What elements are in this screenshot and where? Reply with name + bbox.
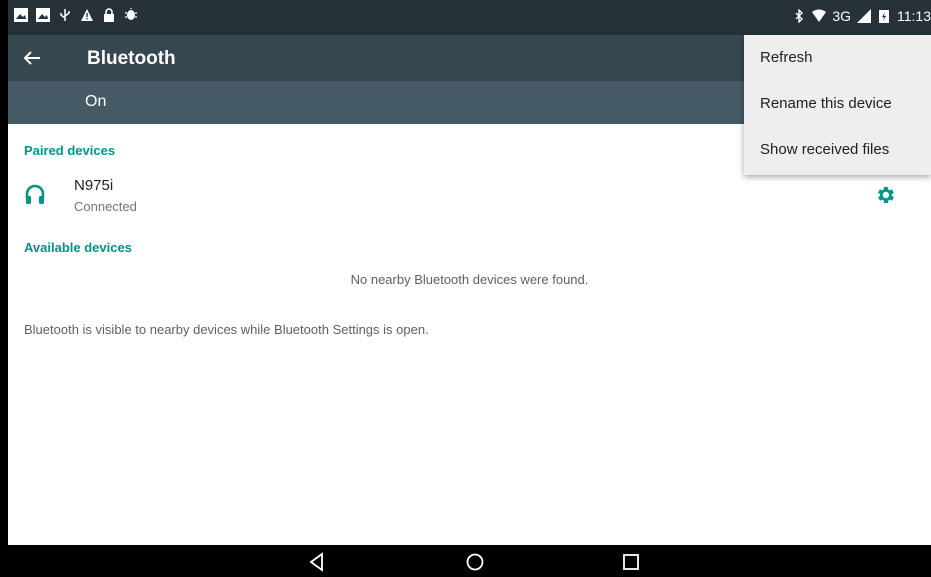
- back-nav-icon[interactable]: [305, 550, 329, 574]
- paired-device-row[interactable]: N975i Connected: [8, 172, 931, 222]
- device-name: N975i: [74, 177, 114, 194]
- network-type-label: 3G: [832, 8, 851, 24]
- menu-item-refresh[interactable]: Refresh: [744, 35, 931, 81]
- screen: 3G 11:13 Bluetooth On Paired devices N97…: [8, 0, 931, 577]
- warning-icon: [81, 9, 93, 21]
- headset-icon: [25, 184, 45, 204]
- overflow-menu: Refresh Rename this device Show received…: [744, 35, 931, 175]
- usb-icon: [60, 9, 70, 21]
- bluetooth-icon: [795, 9, 804, 23]
- no-devices-message: No nearby Bluetooth devices were found.: [350, 272, 589, 287]
- back-arrow-icon[interactable]: [20, 46, 44, 70]
- visibility-note: Bluetooth is visible to nearby devices w…: [24, 322, 429, 337]
- recents-nav-icon[interactable]: [619, 550, 643, 574]
- wifi-icon: [812, 9, 827, 22]
- image-icon: [14, 8, 28, 22]
- menu-item-rename-device[interactable]: Rename this device: [744, 81, 931, 127]
- status-time: 11:13: [897, 8, 931, 24]
- lock-icon: [104, 8, 114, 22]
- page-title: Bluetooth: [87, 48, 176, 69]
- paired-devices-header: Paired devices: [24, 143, 116, 158]
- status-left-icons: [14, 8, 138, 22]
- gear-icon[interactable]: [874, 184, 896, 206]
- home-nav-icon[interactable]: [463, 550, 487, 574]
- menu-item-show-received-files[interactable]: Show received files: [744, 127, 931, 173]
- switch-status-label: On: [85, 93, 107, 110]
- image-icon: [36, 8, 50, 22]
- status-bar: 3G 11:13: [8, 0, 931, 35]
- status-right-icons: 3G 11:13: [792, 8, 931, 24]
- signal-icon: [857, 9, 871, 23]
- navigation-bar: [8, 545, 931, 577]
- available-devices-header: Available devices: [24, 240, 132, 255]
- android-debug-icon: [125, 8, 137, 20]
- device-status: Connected: [74, 199, 137, 214]
- battery-icon: [879, 10, 889, 23]
